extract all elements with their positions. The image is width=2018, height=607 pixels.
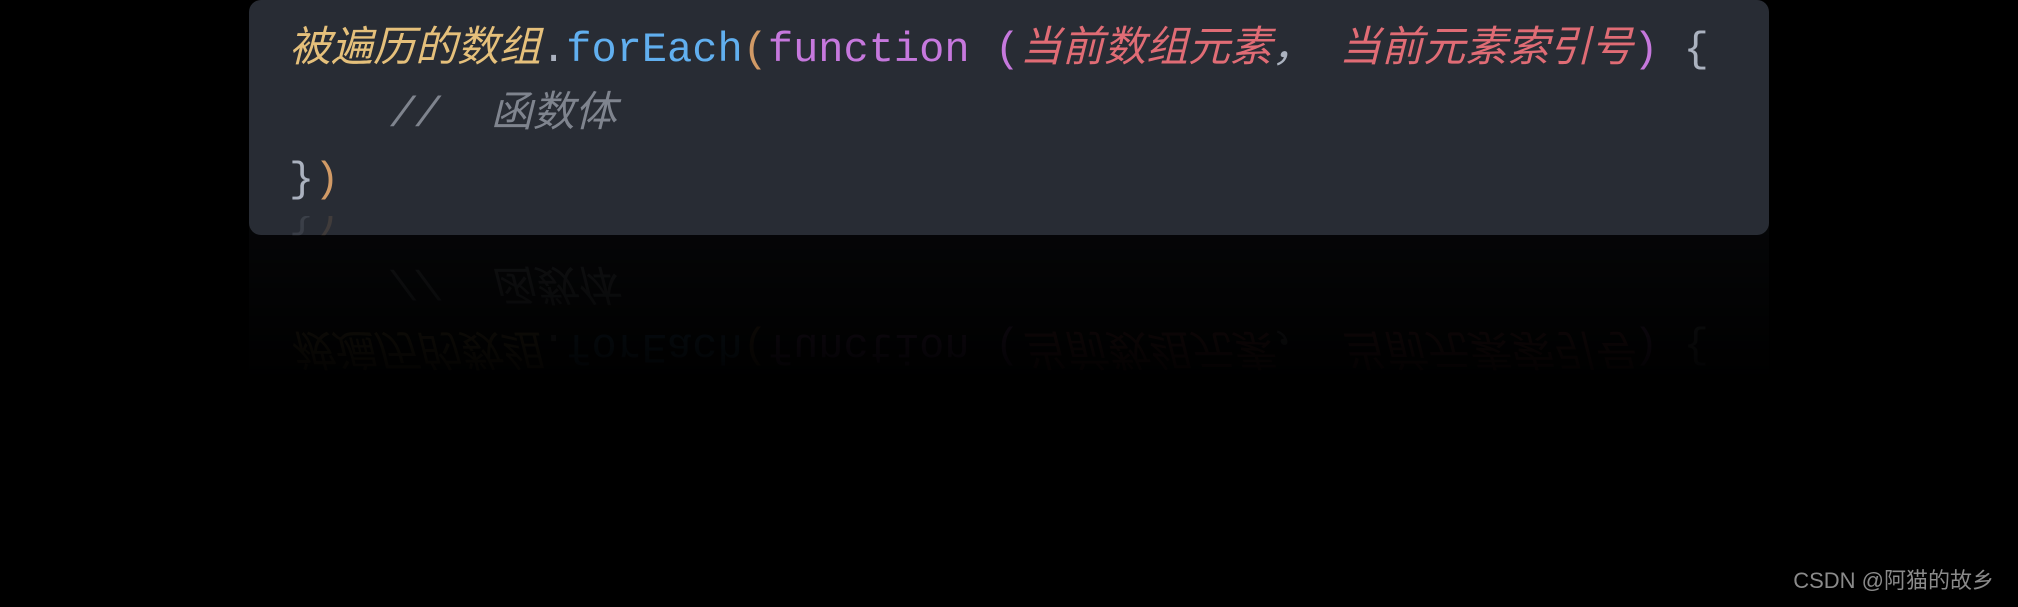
token-open-paren-2: ( bbox=[995, 26, 1020, 74]
token-array-name: 被遍历的数组 bbox=[289, 26, 541, 74]
token-comment-space bbox=[440, 91, 490, 139]
token-dot: . bbox=[541, 26, 566, 74]
code-snippet: 被遍历的数组.forEach(function (当前数组元素， 当前元素索引号… bbox=[249, 0, 1769, 235]
token-method: forEach bbox=[566, 26, 742, 74]
code-line-2: // 函数体 bbox=[289, 83, 1729, 148]
token-space bbox=[1658, 26, 1683, 74]
token-indent bbox=[289, 91, 390, 139]
token-open-paren: ( bbox=[743, 26, 768, 74]
token-param-1: 当前数组元素 bbox=[1020, 26, 1272, 74]
code-line-3: }) bbox=[289, 148, 1729, 213]
token-comment-slash: // bbox=[390, 91, 440, 139]
token-space bbox=[970, 26, 995, 74]
token-space bbox=[1314, 26, 1339, 74]
token-comma: ， bbox=[1272, 26, 1314, 74]
token-comment-text: 函数体 bbox=[491, 91, 617, 139]
token-keyword-function: function bbox=[768, 26, 970, 74]
reflection-effect: 被遍历的数组.forEach(function (当前数组元素， 当前元素索引号… bbox=[249, 216, 1769, 396]
token-close-paren-2: ) bbox=[1633, 26, 1658, 74]
token-close-paren: ) bbox=[314, 156, 339, 204]
token-close-brace: } bbox=[289, 156, 314, 204]
token-param-2: 当前元素索引号 bbox=[1339, 26, 1633, 74]
token-open-brace: { bbox=[1684, 26, 1709, 74]
watermark-text: CSDN @阿猫的故乡 bbox=[1793, 563, 1994, 595]
code-line-1: 被遍历的数组.forEach(function (当前数组元素， 当前元素索引号… bbox=[289, 18, 1729, 83]
